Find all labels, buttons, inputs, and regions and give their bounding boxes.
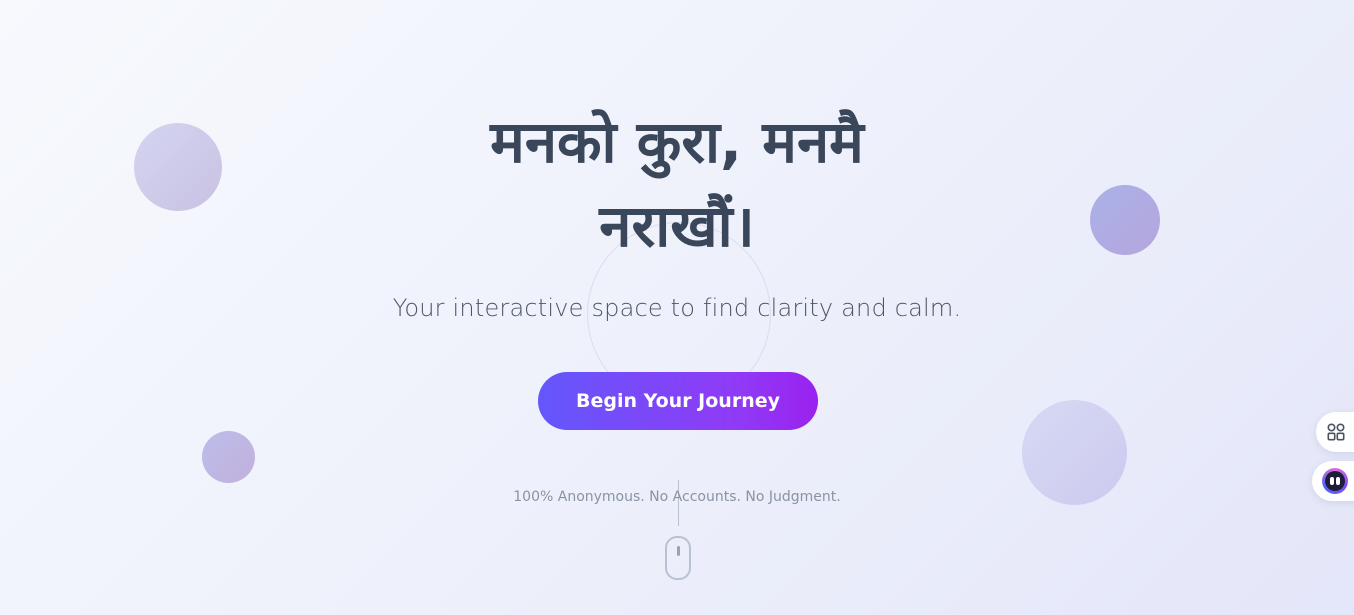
hero-subtitle: Your interactive space to find clarity a… (392, 294, 962, 322)
assistant-button[interactable] (1312, 461, 1354, 501)
scroll-wheel (677, 546, 680, 556)
scroll-mouse-icon[interactable] (665, 536, 691, 580)
hero-title: मनको कुरा, मनमै नराखौं। (490, 108, 864, 260)
begin-journey-button[interactable]: Begin Your Journey (538, 372, 818, 430)
decorative-bubble-top-right (1090, 185, 1160, 255)
apps-button[interactable] (1316, 412, 1354, 452)
anonymity-note: 100% Anonymous. No Accounts. No Judgment… (0, 489, 1354, 505)
decorative-bubble-bottom-left (202, 431, 255, 483)
grid-icon (1327, 423, 1345, 441)
decorative-bubble-top-left (134, 123, 222, 211)
anonymity-note-text: 100% Anonymous. No Accounts. No Judgment… (511, 489, 843, 505)
assistant-face-icon (1322, 468, 1348, 494)
